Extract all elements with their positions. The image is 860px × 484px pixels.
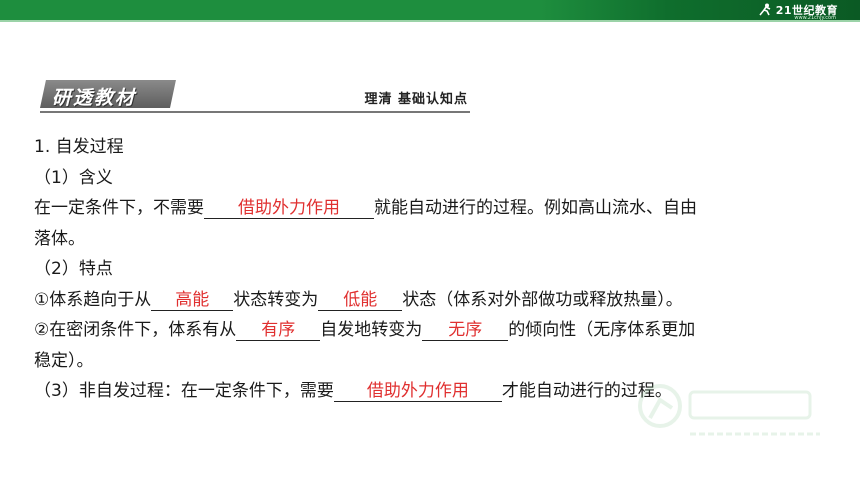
heading-self-process: 1. 自发过程 xyxy=(34,137,124,157)
feature-order-cont: 稳定）。 xyxy=(34,350,94,371)
text-segment: 就能自动进行的过程。例如高山流水、自由 xyxy=(374,198,697,218)
answer-blank: 借助外力作用 xyxy=(333,381,502,402)
paragraph-definition: 在一定条件下，不需要 借助外力作用 就能自动进行的过程。例如高山流水、自由 xyxy=(34,193,854,224)
answer-blank: 高能 xyxy=(151,290,234,311)
text-segment: ①体系趋向于从 xyxy=(34,289,152,310)
lesson-content: 1. 自发过程 （1）含义 在一定条件下，不需要 借助外力作用 就能自动进行的过程。… xyxy=(34,132,854,407)
subheading-features: （2）特点 xyxy=(34,259,113,279)
answer-blank: 有序 xyxy=(236,320,321,341)
logo-url: www.21cnjy.com xyxy=(794,15,836,21)
text-segment: 状态转变为 xyxy=(233,289,319,310)
text-segment: 的倾向性（无序体系更加 xyxy=(508,320,696,340)
paragraph-definition-cont: 落体。 xyxy=(34,228,85,249)
answer-blank: 借助外力作用 xyxy=(204,198,374,219)
subheading-meaning: （1）含义 xyxy=(34,167,113,188)
section-header: 研透教材 理清 基础认知点 xyxy=(40,78,470,114)
section-title: 研透教材 xyxy=(52,87,137,109)
section-subtitle: 理清 基础认知点 xyxy=(364,92,468,107)
watermark-logo-icon xyxy=(638,384,820,436)
section-divider xyxy=(40,111,470,113)
answer-blank: 低能 xyxy=(318,290,403,311)
text-segment: （3）非自发过程：在一定条件下，需要 xyxy=(34,381,334,401)
feature-order: ②在密闭条件下，体系有从 有序 自发地转变为 无序 的倾向性（无序体系更加 xyxy=(34,315,854,346)
text-segment: 在一定条件下，不需要 xyxy=(34,198,204,218)
text-segment: ②在密闭条件下，体系有从 xyxy=(34,320,237,340)
feature-energy: ①体系趋向于从 高能 状态转变为 低能 状态（体系对外部做功或释放热量）。 xyxy=(34,285,854,316)
top-banner-stripe xyxy=(0,20,860,22)
answer-blank: 无序 xyxy=(422,320,509,341)
text-segment: 自发地转变为 xyxy=(320,320,423,340)
runner-logo-icon xyxy=(759,3,771,16)
text-segment: 状态（体系对外部做功或释放热量）。 xyxy=(402,289,683,310)
